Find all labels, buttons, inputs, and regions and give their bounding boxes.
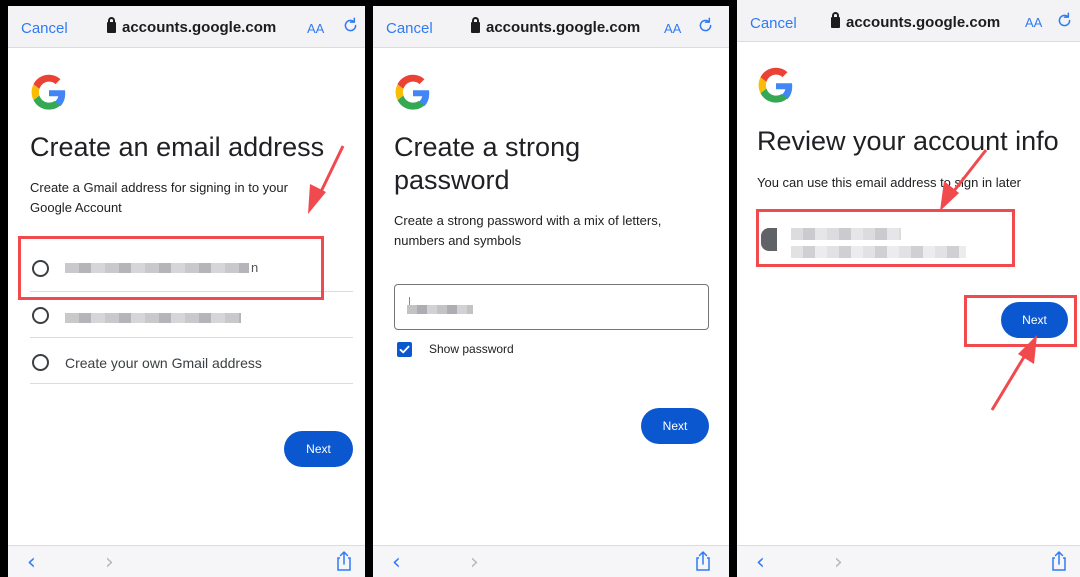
- next-button[interactable]: Next: [641, 408, 709, 444]
- page-title: Create a strong password: [394, 132, 581, 195]
- radio-button[interactable]: [32, 307, 49, 324]
- browser-top-bar: Cancel accounts.google.com AA: [8, 0, 365, 48]
- share-icon[interactable]: [693, 550, 713, 572]
- page-subtitle: Create a strong password with a mix of l…: [394, 213, 662, 248]
- lock-icon: [471, 17, 480, 33]
- screen-create-email: Cancel accounts.google.com AA Create an …: [8, 0, 365, 577]
- address-bar[interactable]: accounts.google.com: [471, 17, 641, 36]
- reload-icon[interactable]: [342, 17, 359, 34]
- url-text: accounts.google.com: [122, 19, 277, 36]
- url-text: accounts.google.com: [846, 14, 1001, 31]
- back-icon[interactable]: ‹: [756, 552, 765, 574]
- show-password-label: Show password: [429, 342, 514, 356]
- radio-button[interactable]: [32, 354, 49, 371]
- password-field[interactable]: [394, 284, 709, 330]
- create-own-label: Create your own Gmail address: [65, 355, 262, 371]
- google-logo: [395, 74, 430, 110]
- page-subtitle: Create a Gmail address for signing in to…: [30, 180, 288, 215]
- address-bar[interactable]: accounts.google.com: [107, 17, 277, 36]
- page-subtitle: You can use this email address to sign i…: [757, 175, 1022, 190]
- back-icon[interactable]: ‹: [392, 552, 401, 574]
- share-icon[interactable]: [1049, 550, 1069, 572]
- browser-bottom-bar: ‹ ›: [373, 545, 729, 577]
- cancel-button[interactable]: Cancel: [750, 15, 797, 32]
- lock-icon: [831, 12, 840, 28]
- checkmark-icon: [399, 345, 410, 354]
- screen-create-password: Cancel accounts.google.com AA Create a s…: [373, 0, 729, 577]
- highlight-box-next: [964, 295, 1077, 347]
- browser-bottom-bar: ‹ ›: [8, 545, 365, 577]
- share-icon[interactable]: [334, 550, 354, 572]
- cancel-button[interactable]: Cancel: [21, 20, 68, 37]
- text-size-button[interactable]: AA: [1025, 15, 1042, 30]
- back-icon[interactable]: ‹: [27, 552, 36, 574]
- url-text: accounts.google.com: [486, 19, 641, 36]
- screen-review-account: Cancel accounts.google.com AA Review you…: [737, 0, 1080, 577]
- reload-icon[interactable]: [697, 17, 714, 34]
- lock-icon: [107, 17, 116, 33]
- next-button[interactable]: Next: [284, 431, 353, 467]
- highlight-box-account: [756, 209, 1015, 267]
- google-logo: [31, 74, 66, 110]
- browser-top-bar: Cancel accounts.google.com AA: [737, 0, 1080, 42]
- page-title: Review your account info: [757, 126, 1059, 156]
- redacted-email: [65, 313, 241, 323]
- cancel-button[interactable]: Cancel: [386, 20, 433, 37]
- forward-icon[interactable]: ›: [834, 552, 843, 574]
- show-password-checkbox[interactable]: [397, 342, 412, 357]
- google-logo: [758, 67, 793, 103]
- forward-icon[interactable]: ›: [105, 552, 114, 574]
- reload-icon[interactable]: [1056, 12, 1073, 29]
- browser-bottom-bar: ‹ ›: [737, 545, 1080, 577]
- forward-icon[interactable]: ›: [470, 552, 479, 574]
- page-title: Create an email address: [30, 132, 325, 162]
- highlight-box: [18, 236, 324, 300]
- text-size-button[interactable]: AA: [307, 21, 324, 36]
- browser-top-bar: Cancel accounts.google.com AA: [373, 0, 729, 48]
- email-option-create-own[interactable]: Create your own Gmail address: [30, 338, 353, 384]
- redacted-password: [407, 305, 473, 314]
- address-bar[interactable]: accounts.google.com: [831, 12, 1001, 31]
- text-size-button[interactable]: AA: [664, 21, 681, 36]
